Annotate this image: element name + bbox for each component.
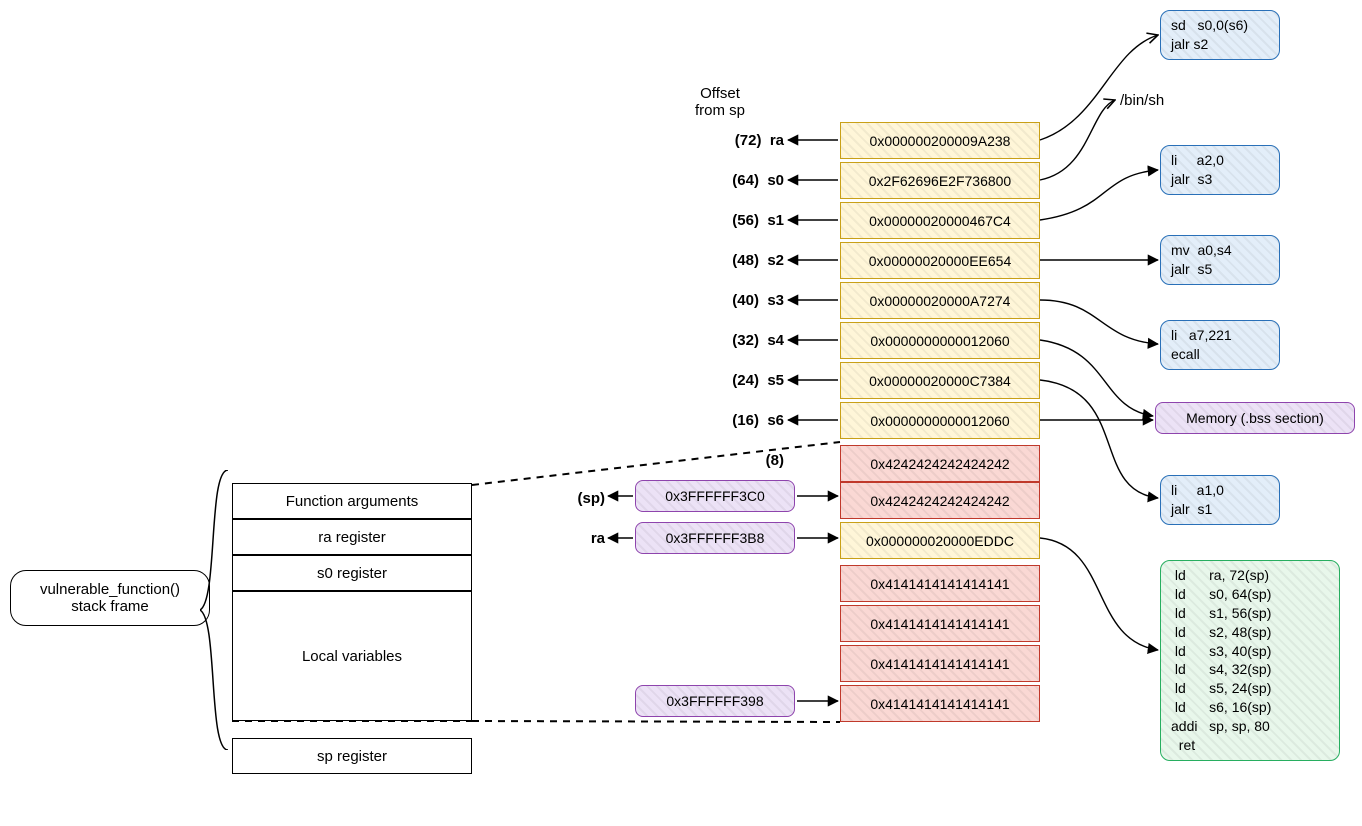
offset-header: Offset from sp bbox=[680, 85, 760, 119]
stack-cell: 0x0000000000012060 bbox=[840, 402, 1040, 439]
off-48: (48) s2 bbox=[694, 252, 784, 269]
vuln-func-text: vulnerable_function() stack frame bbox=[40, 581, 180, 615]
off-24: (24) s5 bbox=[694, 372, 784, 389]
binstr-label: /bin/sh bbox=[1120, 92, 1200, 109]
ptr-ra: 0x3FFFFFF3B8 bbox=[635, 522, 795, 554]
frame-row-s0: s0 register bbox=[232, 555, 472, 591]
gadget-g1: li a2,0 jalr s3 bbox=[1160, 145, 1280, 195]
gadget-g0: sd s0,0(s6) jalr s2 bbox=[1160, 10, 1280, 60]
stack-cell: 0x000000020000EDDC bbox=[840, 522, 1040, 559]
off-72: (72) ra bbox=[694, 132, 784, 149]
stack-cell: 0x00000020000467C4 bbox=[840, 202, 1040, 239]
vuln-func-label: vulnerable_function() stack frame bbox=[10, 570, 210, 626]
sp-marker: (sp) bbox=[550, 490, 605, 507]
ptr-sp: 0x3FFFFFF3C0 bbox=[635, 480, 795, 512]
off-8: (8) bbox=[694, 452, 784, 469]
stack-cell: 0x4141414141414141 bbox=[840, 685, 1040, 722]
gadget-g3: li a7,221 ecall bbox=[1160, 320, 1280, 370]
frame-row-locals: Local variables bbox=[232, 591, 472, 721]
frame-row-args: Function arguments bbox=[232, 483, 472, 519]
stack-cell: 0x4141414141414141 bbox=[840, 645, 1040, 682]
brace-icon bbox=[200, 470, 230, 750]
frame-row-ra: ra register bbox=[232, 519, 472, 555]
bss-box: Memory (.bss section) bbox=[1155, 402, 1355, 434]
frame-row-sp: sp register bbox=[232, 738, 472, 774]
off-64: (64) s0 bbox=[694, 172, 784, 189]
stack-cell: 0x00000020000A7274 bbox=[840, 282, 1040, 319]
stack-cell: 0x4141414141414141 bbox=[840, 565, 1040, 602]
off-56: (56) s1 bbox=[694, 212, 784, 229]
stack-cell: 0x2F62696E2F736800 bbox=[840, 162, 1040, 199]
gadget-prolog: ld ra, 72(sp) ld s0, 64(sp) ld s1, 56(sp… bbox=[1160, 560, 1340, 761]
stack-cell: 0x4242424242424242 bbox=[840, 482, 1040, 519]
stack-cell: 0x00000020000C7384 bbox=[840, 362, 1040, 399]
off-32: (32) s4 bbox=[694, 332, 784, 349]
stack-cell: 0x4242424242424242 bbox=[840, 445, 1040, 482]
ptr-locals: 0x3FFFFFF398 bbox=[635, 685, 795, 717]
stack-cell: 0x000000200009A238 bbox=[840, 122, 1040, 159]
gadget-g2: mv a0,s4 jalr s5 bbox=[1160, 235, 1280, 285]
off-40: (40) s3 bbox=[694, 292, 784, 309]
stack-cell: 0x4141414141414141 bbox=[840, 605, 1040, 642]
ra-marker: ra bbox=[550, 530, 605, 547]
stack-cell: 0x00000020000EE654 bbox=[840, 242, 1040, 279]
off-16: (16) s6 bbox=[694, 412, 784, 429]
stack-cell: 0x0000000000012060 bbox=[840, 322, 1040, 359]
gadget-g4: li a1,0 jalr s1 bbox=[1160, 475, 1280, 525]
